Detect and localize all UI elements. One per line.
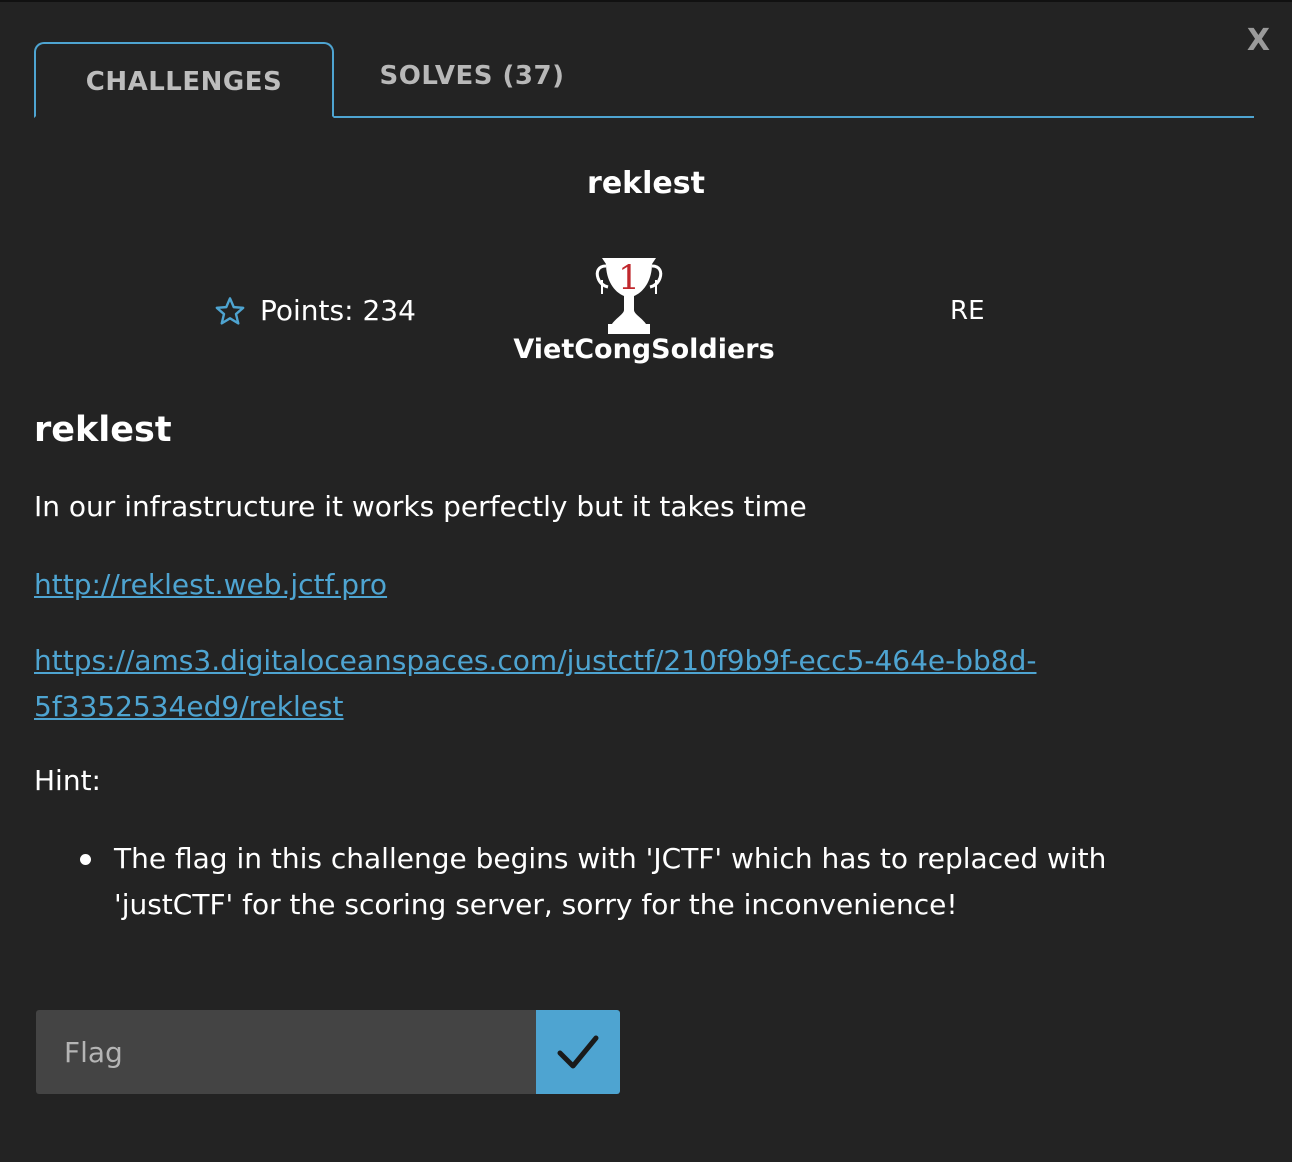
tab-bar: CHALLENGES SOLVES (37) (34, 42, 1254, 118)
tab-solves[interactable]: SOLVES (37) (346, 42, 598, 116)
flag-input[interactable] (36, 1010, 536, 1094)
description-text: In our infrastructure it works perfectly… (34, 490, 807, 523)
challenge-url-link[interactable]: http://reklest.web.jctf.pro (34, 562, 387, 608)
checkmark-icon (557, 1035, 599, 1069)
star-icon (215, 296, 245, 325)
trophy-rank: 1 (618, 258, 640, 298)
hint-label: Hint: (34, 764, 101, 797)
download-link[interactable]: https://ams3.digitaloceanspaces.com/just… (34, 638, 1114, 730)
submit-flag-button[interactable] (536, 1010, 620, 1094)
modal-top-edge (0, 0, 1292, 2)
points-display: Points: 234 (214, 294, 416, 327)
category-label: RE (950, 296, 985, 326)
points-label: Points: 234 (260, 294, 416, 327)
challenge-modal: X CHALLENGES SOLVES (37) reklest Points:… (0, 0, 1292, 1162)
bullet-icon (80, 854, 91, 865)
first-blood-team: VietCongSoldiers (513, 334, 775, 365)
hint-item: The flag in this challenge begins with '… (114, 842, 1107, 921)
challenge-title: reklest (587, 166, 705, 201)
trophy-icon: 1 (595, 258, 663, 334)
tab-challenges[interactable]: CHALLENGES (34, 42, 334, 118)
description-title: reklest (34, 410, 172, 450)
flag-form (36, 1010, 620, 1094)
